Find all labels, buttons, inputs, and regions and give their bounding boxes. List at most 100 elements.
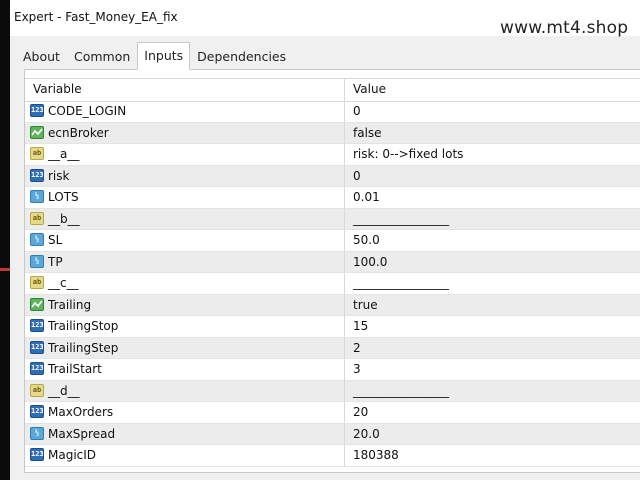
column-divider [344,294,345,315]
double-icon: ½ [30,233,44,246]
variable-value[interactable]: 20 [353,405,368,419]
variable-name: MaxSpread [48,426,116,441]
variable-value[interactable]: 3 [353,362,361,376]
column-divider [344,230,345,251]
double-icon: ½ [30,190,44,203]
column-header-value[interactable]: Value [353,82,386,96]
variable-value[interactable]: 2 [353,341,361,355]
variable-value[interactable]: risk: 0-->fixed lots [353,147,463,161]
chart-tick [0,268,10,271]
int-icon: 123 [30,168,44,182]
table-row[interactable]: 123 TrailingStop 15 [25,316,640,338]
column-divider [344,337,345,358]
column-divider [344,101,345,122]
variable-name: ecnBroker [48,125,109,140]
variable-value[interactable]: 15 [353,319,368,333]
expert-properties-dialog: Expert - Fast_Money_EA_fix www.mt4.shop … [10,0,640,480]
table-row[interactable]: 123 MagicID 180388 [25,445,640,467]
variable-value[interactable]: 20.0 [353,427,380,441]
string-icon: ab [30,211,44,225]
table-row[interactable]: 123 CODE_LOGIN 0 [25,101,640,123]
column-divider [344,187,345,208]
column-divider [344,423,345,444]
variable-value[interactable]: ________________ [353,384,449,398]
variable-name: LOTS [48,190,79,204]
tab-bar: About Common Inputs Dependencies [16,42,293,70]
inputs-panel: Variable Value 123 CODE_LOGIN 0 ecnBroker fa… [24,69,640,473]
table-row[interactable]: Trailing true [25,294,640,316]
variable-value[interactable]: 100.0 [353,255,387,269]
column-divider [344,165,345,186]
variable-value[interactable]: true [353,298,378,312]
int-icon: 123 [30,104,44,117]
variable-value[interactable]: 0 [353,104,361,118]
column-divider [344,445,345,466]
variable-value[interactable]: 0.01 [353,190,380,204]
variable-name: MagicID [48,448,97,462]
int-icon: 123 [30,340,44,354]
window-title: Expert - Fast_Money_EA_fix [14,10,178,24]
column-divider [344,144,345,165]
column-divider [344,316,345,337]
int-icon: 123 [30,362,44,375]
column-divider [344,251,345,272]
variable-name: CODE_LOGIN [48,104,127,118]
table-header: Variable Value [25,78,640,102]
tab-about[interactable]: About [16,44,67,70]
background-chart-strip [0,0,10,480]
table-row[interactable]: ½ LOTS 0.01 [25,187,640,209]
inputs-table-body: 123 CODE_LOGIN 0 ecnBroker false ab __a__ risk:… [25,101,640,467]
variable-value[interactable]: 180388 [353,448,399,462]
table-row[interactable]: ab __d__ ________________ [25,380,640,402]
column-divider [344,273,345,294]
table-row[interactable]: ½ MaxSpread 20.0 [25,423,640,445]
table-row[interactable]: ab __a__ risk: 0-->fixed lots [25,144,640,166]
table-row[interactable]: ½ SL 50.0 [25,230,640,252]
double-icon: ½ [30,254,44,268]
tab-dependencies[interactable]: Dependencies [190,44,293,70]
variable-name: TrailingStep [48,340,119,355]
column-header-variable[interactable]: Variable [33,82,82,96]
string-icon: ab [30,276,44,289]
bool-icon [30,297,44,311]
variable-name: risk [48,168,70,183]
table-row[interactable]: 123 risk 0 [25,165,640,187]
string-icon: ab [30,147,44,160]
double-icon: ½ [30,426,44,440]
column-divider [344,208,345,229]
tab-inputs[interactable]: Inputs [137,42,191,70]
variable-name: TP [48,254,63,269]
variable-value[interactable]: ________________ [353,212,449,226]
variable-name: __b__ [48,211,80,226]
column-divider [344,359,345,380]
column-divider [344,122,345,143]
variable-name: Trailing [48,297,92,312]
table-row[interactable]: ecnBroker false [25,122,640,144]
variable-name: MaxOrders [48,405,114,419]
table-row[interactable]: 123 TrailingStep 2 [25,337,640,359]
int-icon: 123 [30,319,44,332]
variable-value[interactable]: ________________ [353,276,449,290]
table-row[interactable]: 123 MaxOrders 20 [25,402,640,424]
variable-name: __c__ [48,276,79,290]
variable-value[interactable]: false [353,126,382,140]
variable-name: TrailingStop [48,319,119,333]
bool-icon [30,125,44,139]
table-row[interactable]: ab __b__ ________________ [25,208,640,230]
tab-common[interactable]: Common [67,44,137,70]
string-icon: ab [30,383,44,397]
column-divider [344,402,345,423]
table-row[interactable]: 123 TrailStart 3 [25,359,640,381]
variable-value[interactable]: 0 [353,169,361,183]
variable-name: __a__ [48,147,80,161]
variable-name: SL [48,233,63,247]
column-divider[interactable] [344,79,345,101]
title-bar: Expert - Fast_Money_EA_fix www.mt4.shop [10,0,640,38]
table-row[interactable]: ½ TP 100.0 [25,251,640,273]
int-icon: 123 [30,405,44,418]
variable-name: __d__ [48,383,80,398]
variable-value[interactable]: 50.0 [353,233,380,247]
table-row[interactable]: ab __c__ ________________ [25,273,640,295]
column-divider [344,380,345,401]
variable-name: TrailStart [48,362,102,376]
